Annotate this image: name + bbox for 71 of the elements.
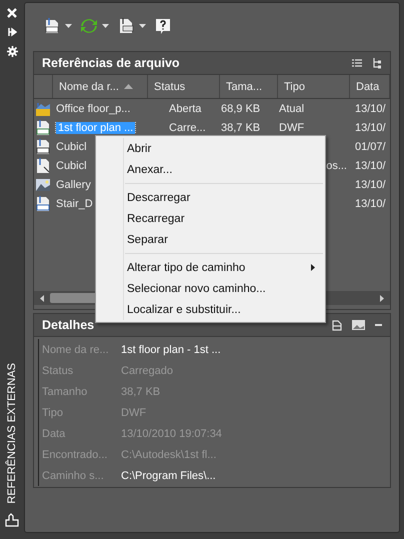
- file-name[interactable]: 1st floor plan ...: [56, 122, 136, 134]
- table-cell: os...: [326, 160, 347, 172]
- attach-drawing-icon[interactable]: [43, 17, 61, 35]
- property-label: Status: [42, 364, 74, 376]
- file-name[interactable]: Cubicl: [56, 140, 87, 152]
- property-label: Tamanho: [42, 386, 88, 398]
- file-name[interactable]: Cubicl: [56, 160, 87, 172]
- image-file-icon: [35, 176, 51, 192]
- table-cell: Aberta: [169, 102, 202, 114]
- property-label: Caminho s...: [42, 470, 105, 482]
- gear-icon[interactable]: [6, 46, 18, 57]
- property-value: C:\Autodesk\1st fl...: [121, 448, 216, 460]
- menu-item[interactable]: Selecionar novo caminho...: [96, 278, 325, 299]
- file-name[interactable]: Stair_D: [56, 198, 93, 210]
- property-value: 13/10/2010 19:07:34: [121, 428, 222, 440]
- property-label: Tipo: [42, 406, 64, 418]
- table-cell: DWF: [279, 122, 304, 134]
- menu-item[interactable]: Recarregar: [96, 208, 325, 229]
- menu-item[interactable]: Abrir: [96, 138, 325, 159]
- list-view-icon[interactable]: [352, 58, 362, 68]
- panel-title: Detalhes: [42, 318, 94, 332]
- drawing-file-icon: [35, 100, 51, 116]
- table-cell: Atual: [279, 102, 304, 114]
- column-header[interactable]: Status: [148, 75, 220, 98]
- caret-icon[interactable]: [102, 24, 109, 28]
- submenu-arrow-icon: [311, 264, 315, 271]
- menu-item[interactable]: Descarregar: [96, 187, 325, 208]
- table-cell: 01/07/: [355, 140, 386, 152]
- property-value: DWF: [121, 406, 146, 418]
- property-value: C:\Program Files\...: [121, 470, 216, 482]
- menu-item[interactable]: Separar: [96, 229, 325, 250]
- table-cell: 13/10/: [355, 178, 386, 190]
- sort-ascending-icon: [124, 84, 133, 89]
- table-cell: 13/10/: [355, 160, 386, 172]
- palette-title: REFERÊNCIAS EXTERNAS: [6, 363, 18, 504]
- property-label: Encontrado...: [42, 448, 108, 460]
- menu-item[interactable]: Alterar tipo de caminho: [96, 257, 325, 278]
- property-value: Carregado: [121, 364, 173, 376]
- document-icon[interactable]: [117, 17, 135, 35]
- property-value: 1st floor plan - 1st ...: [121, 344, 221, 356]
- caret-icon[interactable]: [139, 24, 146, 28]
- table-cell: 68,9 KB: [221, 102, 260, 114]
- close-icon[interactable]: [7, 8, 17, 18]
- tree-view-icon[interactable]: [372, 58, 382, 68]
- scroll-right-icon[interactable]: [380, 294, 384, 302]
- help-icon[interactable]: [154, 17, 172, 35]
- properties-icon[interactable]: [5, 513, 19, 527]
- property-label: Data: [42, 428, 66, 440]
- panel-title: Referências de arquivo: [42, 56, 180, 70]
- preview-icon[interactable]: [352, 320, 365, 330]
- details-view-icon[interactable]: [332, 320, 342, 330]
- column-header[interactable]: Tama...: [220, 75, 278, 98]
- table-cell: 38,7 KB: [221, 122, 260, 134]
- column-header[interactable]: Data: [350, 75, 390, 98]
- refresh-icon[interactable]: [80, 17, 98, 35]
- table-cell: 13/10/: [355, 122, 386, 134]
- scroll-left-icon[interactable]: [40, 294, 44, 302]
- table-cell: Carre...: [169, 122, 206, 134]
- menu-item[interactable]: Localizar e substituir...: [96, 299, 325, 320]
- column-header[interactable]: Tipo: [278, 75, 350, 98]
- property-value: 38,7 KB: [121, 386, 160, 398]
- property-label: Nome da re...: [42, 344, 110, 356]
- caret-icon[interactable]: [65, 24, 72, 28]
- dwf-file-icon: [35, 120, 51, 136]
- file-name[interactable]: Gallery: [56, 178, 91, 190]
- menu-item[interactable]: Anexar...: [96, 159, 325, 180]
- table-cell: 13/10/: [355, 198, 386, 210]
- dgn-file-icon: [35, 196, 51, 212]
- table-cell: 13/10/: [355, 102, 386, 114]
- file-name[interactable]: Office floor_p...: [56, 102, 130, 114]
- column-header[interactable]: Nome da r...: [53, 75, 148, 98]
